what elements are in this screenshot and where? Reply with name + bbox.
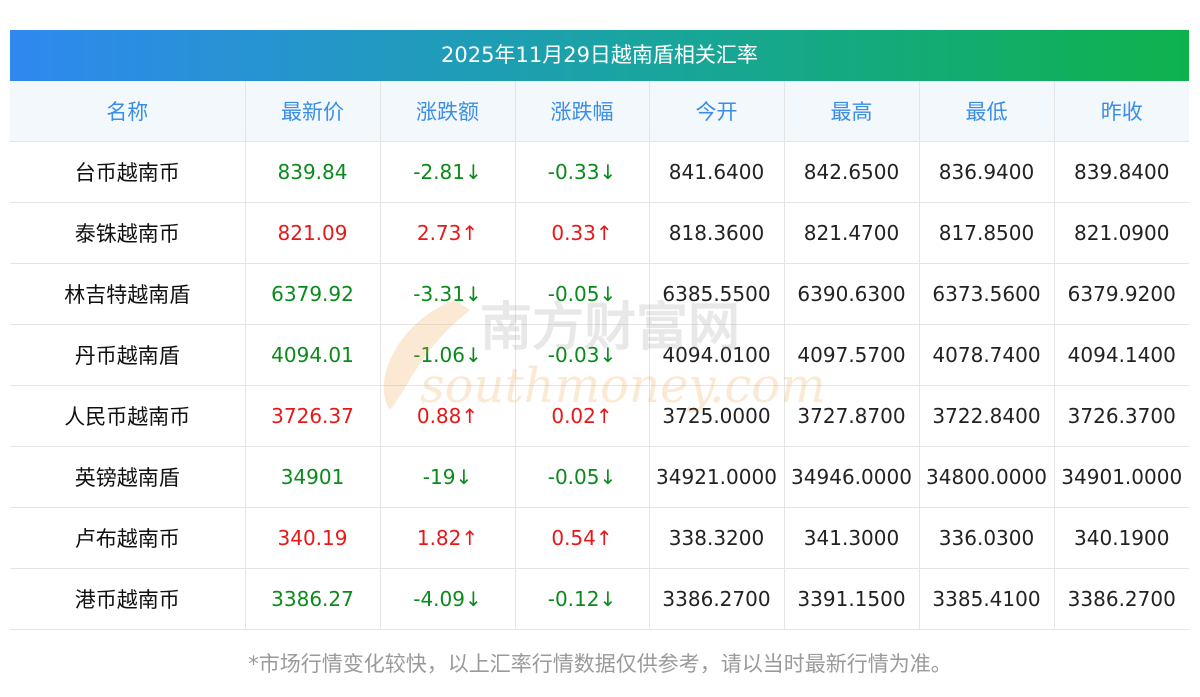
currency-name: 卢布越南币: [10, 507, 246, 569]
high-price: 3391.1500: [784, 568, 920, 630]
change-amount: -19↓: [380, 446, 516, 508]
open-price: 841.6400: [649, 141, 785, 203]
low-price: 3722.8400: [919, 385, 1055, 447]
column-header: 名称: [10, 81, 246, 142]
header-row: 名称 最新价 涨跌额 涨跌幅 今开 最高 最低 昨收: [10, 81, 1189, 142]
change-amount: 0.88↑: [380, 385, 516, 447]
table-row: 台币越南币 839.84 -2.81↓ -0.33↓ 841.6400 842.6500 8…: [10, 141, 1189, 203]
change-amount: -1.06↓: [380, 324, 516, 386]
open-price: 818.3600: [649, 202, 785, 264]
column-header: 最新价: [245, 81, 381, 142]
prev-close: 6379.9200: [1054, 263, 1189, 325]
latest-price: 3726.37: [245, 385, 381, 447]
currency-name: 丹币越南盾: [10, 324, 246, 386]
change-percent: 0.02↑: [515, 385, 650, 447]
currency-name: 英镑越南盾: [10, 446, 246, 508]
currency-name: 人民币越南币: [10, 385, 246, 447]
change-percent: 0.54↑: [515, 507, 650, 569]
high-price: 4097.5700: [784, 324, 920, 386]
change-percent: -0.33↓: [515, 141, 650, 203]
open-price: 3386.2700: [649, 568, 785, 630]
prev-close: 3386.2700: [1054, 568, 1189, 630]
table-row: 林吉特越南盾 6379.92 -3.31↓ -0.05↓ 6385.5500 6390.6…: [10, 263, 1189, 325]
latest-price: 3386.27: [245, 568, 381, 630]
low-price: 3385.4100: [919, 568, 1055, 630]
open-price: 4094.0100: [649, 324, 785, 386]
prev-close: 821.0900: [1054, 202, 1189, 264]
latest-price: 6379.92: [245, 263, 381, 325]
table-row: 人民币越南币 3726.37 0.88↑ 0.02↑ 3725.0000 3727.870…: [10, 385, 1189, 447]
rate-card: 2025年11月29日越南盾相关汇率 名称 最新价 涨跌额 涨跌幅 今开 最高 …: [10, 30, 1189, 630]
latest-price: 340.19: [245, 507, 381, 569]
change-percent: -0.12↓: [515, 568, 650, 630]
open-price: 6385.5500: [649, 263, 785, 325]
high-price: 821.4700: [784, 202, 920, 264]
low-price: 836.9400: [919, 141, 1055, 203]
table-row: 港币越南币 3386.27 -4.09↓ -0.12↓ 3386.2700 3391.15…: [10, 568, 1189, 630]
low-price: 6373.5600: [919, 263, 1055, 325]
prev-close: 3726.3700: [1054, 385, 1189, 447]
change-amount: 2.73↑: [380, 202, 516, 264]
prev-close: 839.8400: [1054, 141, 1189, 203]
high-price: 341.3000: [784, 507, 920, 569]
open-price: 3725.0000: [649, 385, 785, 447]
open-price: 34921.0000: [649, 446, 785, 508]
low-price: 817.8500: [919, 202, 1055, 264]
exchange-rate-table: 名称 最新价 涨跌额 涨跌幅 今开 最高 最低 昨收 台币越南币 839.84 -2…: [10, 81, 1189, 630]
change-amount: -2.81↓: [380, 141, 516, 203]
high-price: 6390.6300: [784, 263, 920, 325]
low-price: 336.0300: [919, 507, 1055, 569]
table-row: 丹币越南盾 4094.01 -1.06↓ -0.03↓ 4094.0100 4097.57…: [10, 324, 1189, 386]
column-header: 涨跌幅: [515, 81, 650, 142]
table-row: 英镑越南盾 34901 -19↓ -0.05↓ 34921.0000 34946.0000…: [10, 446, 1189, 508]
low-price: 34800.0000: [919, 446, 1055, 508]
column-header: 涨跌额: [380, 81, 516, 142]
change-percent: -0.05↓: [515, 446, 650, 508]
high-price: 3727.8700: [784, 385, 920, 447]
change-percent: 0.33↑: [515, 202, 650, 264]
open-price: 338.3200: [649, 507, 785, 569]
currency-name: 泰铢越南币: [10, 202, 246, 264]
table-title: 2025年11月29日越南盾相关汇率: [10, 30, 1189, 81]
column-header: 今开: [649, 81, 785, 142]
prev-close: 4094.1400: [1054, 324, 1189, 386]
table-row: 泰铢越南币 821.09 2.73↑ 0.33↑ 818.3600 821.4700 817…: [10, 202, 1189, 264]
high-price: 842.6500: [784, 141, 920, 203]
latest-price: 34901: [245, 446, 381, 508]
latest-price: 821.09: [245, 202, 381, 264]
change-amount: 1.82↑: [380, 507, 516, 569]
latest-price: 839.84: [245, 141, 381, 203]
change-percent: -0.05↓: [515, 263, 650, 325]
prev-close: 340.1900: [1054, 507, 1189, 569]
change-percent: -0.03↓: [515, 324, 650, 386]
table-row: 卢布越南币 340.19 1.82↑ 0.54↑ 338.3200 341.3000 336…: [10, 507, 1189, 569]
low-price: 4078.7400: [919, 324, 1055, 386]
prev-close: 34901.0000: [1054, 446, 1189, 508]
currency-name: 港币越南币: [10, 568, 246, 630]
column-header: 昨收: [1054, 81, 1189, 142]
currency-name: 台币越南币: [10, 141, 246, 203]
column-header: 最低: [919, 81, 1055, 142]
high-price: 34946.0000: [784, 446, 920, 508]
change-amount: -3.31↓: [380, 263, 516, 325]
currency-name: 林吉特越南盾: [10, 263, 246, 325]
column-header: 最高: [784, 81, 920, 142]
disclaimer-note: *市场行情变化较快，以上汇率行情数据仅供参考，请以当时最新行情为准。: [248, 652, 952, 676]
change-amount: -4.09↓: [380, 568, 516, 630]
latest-price: 4094.01: [245, 324, 381, 386]
